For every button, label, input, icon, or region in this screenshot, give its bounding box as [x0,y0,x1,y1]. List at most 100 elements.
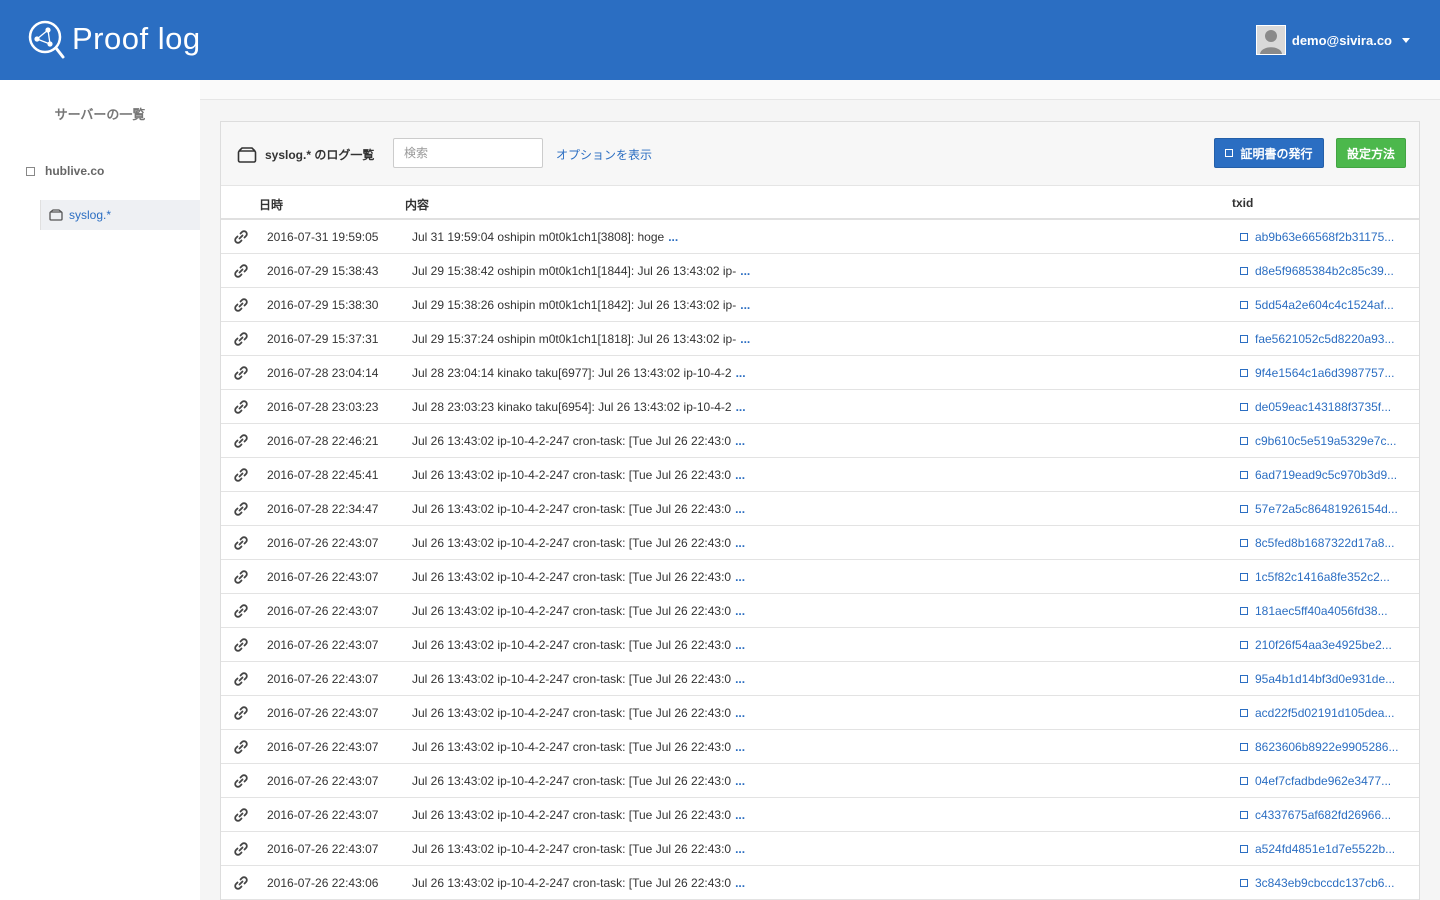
permalink-icon[interactable] [233,263,249,279]
row-more-link[interactable]: ... [735,842,745,856]
row-more-link[interactable]: ... [735,536,745,550]
row-more-link[interactable]: ... [735,468,745,482]
user-email: demo@sivira.co [1291,32,1392,48]
permalink-icon[interactable] [233,739,249,755]
row-txid-link[interactable]: 181aec5ff40a4056fd38... [1240,604,1388,618]
proof-log-logo-icon [28,20,65,59]
row-txid-link[interactable]: 210f26f54aa3e4925be2... [1240,638,1392,652]
row-content-text: Jul 26 13:43:02 ip-10-4-2-247 cron-task:… [412,876,732,890]
row-txid-link[interactable]: de059eac143188f3735f... [1240,400,1391,414]
table-row: 2016-07-26 22:43:07 Jul 26 13:43:02 ip-1… [221,764,1419,798]
top-strip [200,80,1440,100]
row-txid-link[interactable]: 04ef7cfadbde962e3477... [1240,774,1391,788]
row-txid-link[interactable]: ab9b63e66568f2b31175... [1240,230,1394,244]
sidebar-log-item-active[interactable]: syslog.* [40,200,200,230]
row-more-link[interactable]: ... [735,706,745,720]
row-txid-link[interactable]: 1c5f82c1416a8fe352c2... [1240,570,1390,584]
row-txid-link[interactable]: 8c5fed8b1687322d17a8... [1240,536,1394,550]
row-more-link[interactable]: ... [735,502,745,516]
row-txid-link[interactable]: 57e72a5c86481926154d... [1240,502,1398,516]
row-content-text: Jul 26 13:43:02 ip-10-4-2-247 cron-task:… [412,774,732,788]
setup-instructions-button[interactable]: 設定方法 [1336,138,1406,168]
txid-square-icon [1240,675,1248,683]
permalink-icon[interactable] [233,637,249,653]
permalink-icon[interactable] [233,875,249,891]
row-txid-link[interactable]: 9f4e1564c1a6d3987757... [1240,366,1394,380]
row-txid-link[interactable]: 8623606b8922e9905286... [1240,740,1398,754]
row-txid-text: c4337675af682fd26966... [1255,808,1392,822]
permalink-icon[interactable] [233,671,249,687]
row-more-link[interactable]: ... [736,366,746,380]
row-txid-text: 57e72a5c86481926154d... [1255,502,1398,516]
row-txid-link[interactable]: acd22f5d02191d105dea... [1240,706,1394,720]
show-options-link[interactable]: オプションを表示 [556,146,652,163]
txid-square-icon [1240,403,1248,411]
row-more-link[interactable]: ... [735,604,745,618]
permalink-icon[interactable] [233,841,249,857]
search-input[interactable] [393,138,543,168]
row-content: Jul 26 13:43:02 ip-10-4-2-247 cron-task:… [412,570,745,584]
column-header-txid[interactable]: txid [1232,196,1253,210]
permalink-icon[interactable] [233,365,249,381]
permalink-icon[interactable] [233,807,249,823]
user-avatar-icon [1255,25,1286,55]
row-more-link[interactable]: ... [668,230,678,244]
user-menu-dropdown[interactable]: demo@sivira.co [1255,24,1410,56]
brand-logo-link[interactable]: Proof log [26,16,201,62]
issue-certificate-button[interactable]: 証明書の発行 [1214,138,1324,168]
table-row: 2016-07-26 22:43:07 Jul 26 13:43:02 ip-1… [221,832,1419,866]
row-txid-link[interactable]: 3c843eb9cbccdc137cb6... [1240,876,1394,890]
row-more-link[interactable]: ... [735,434,745,448]
row-more-link[interactable]: ... [736,400,746,414]
permalink-icon[interactable] [233,467,249,483]
row-more-link[interactable]: ... [740,298,750,312]
row-txid-text: de059eac143188f3735f... [1255,400,1392,414]
row-more-link[interactable]: ... [735,672,745,686]
row-txid-link[interactable]: a524fd4851e1d7e5522b... [1240,842,1395,856]
txid-square-icon [1240,641,1248,649]
row-content-text: Jul 29 15:38:42 oshipin m0t0k1ch1[1844]:… [412,264,737,278]
row-content-text: Jul 26 13:43:02 ip-10-4-2-247 cron-task:… [412,842,732,856]
row-content: Jul 26 13:43:02 ip-10-4-2-247 cron-task:… [412,706,745,720]
row-more-link[interactable]: ... [735,808,745,822]
row-txid-link[interactable]: 6ad719ead9c5c970b3d9... [1240,468,1397,482]
permalink-icon[interactable] [233,773,249,789]
permalink-icon[interactable] [233,501,249,517]
row-content-text: Jul 26 13:43:02 ip-10-4-2-247 cron-task:… [412,502,732,516]
permalink-icon[interactable] [233,603,249,619]
permalink-icon[interactable] [233,433,249,449]
row-more-link[interactable]: ... [740,264,750,278]
row-txid-text: fae5621052c5d8220a93... [1255,332,1395,346]
permalink-icon[interactable] [233,705,249,721]
permalink-icon[interactable] [233,297,249,313]
row-more-link[interactable]: ... [735,638,745,652]
issue-certificate-label: 証明書の発行 [1240,146,1313,161]
column-header-content[interactable]: 内容 [405,196,429,213]
txid-square-icon [1240,505,1248,513]
row-more-link[interactable]: ... [735,570,745,584]
permalink-icon[interactable] [233,399,249,415]
row-txid-link[interactable]: 5dd54a2e604c4c1524af... [1240,298,1394,312]
row-more-link[interactable]: ... [735,740,745,754]
txid-square-icon [1240,777,1248,785]
row-more-link[interactable]: ... [735,774,745,788]
permalink-icon[interactable] [233,535,249,551]
row-txid-link[interactable]: c9b610c5e519a5329e7c... [1240,434,1396,448]
permalink-icon[interactable] [233,569,249,585]
column-header-date[interactable]: 日時 [259,196,283,213]
permalink-icon[interactable] [233,331,249,347]
row-txid-text: 5dd54a2e604c4c1524af... [1255,298,1394,312]
sidebar-server-item[interactable]: hublive.co [26,164,104,178]
row-txid-link[interactable]: 95a4b1d14bf3d0e931de... [1240,672,1395,686]
table-row: 2016-07-28 22:34:47 Jul 26 13:43:02 ip-1… [221,492,1419,526]
row-txid-link[interactable]: d8e5f9685384b2c85c39... [1240,264,1394,278]
panel-title: syslog.* のログ一覧 [237,146,374,163]
row-txid-link[interactable]: fae5621052c5d8220a93... [1240,332,1394,346]
txid-square-icon [1240,437,1248,445]
row-txid-text: 3c843eb9cbccdc137cb6... [1255,876,1395,890]
row-txid-link[interactable]: c4337675af682fd26966... [1240,808,1391,822]
row-more-link[interactable]: ... [740,332,750,346]
row-more-link[interactable]: ... [735,876,745,890]
permalink-icon[interactable] [233,229,249,245]
row-content: Jul 26 13:43:02 ip-10-4-2-247 cron-task:… [412,502,745,516]
